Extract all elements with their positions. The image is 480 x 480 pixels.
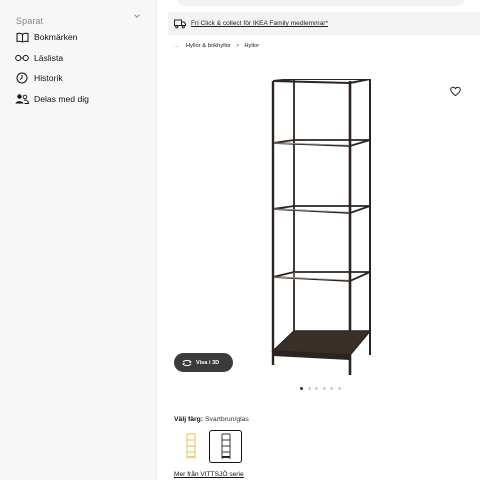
product-image[interactable] xyxy=(174,79,474,379)
search-bar[interactable] xyxy=(176,0,466,6)
promo-text: Fri Click & collect för IKEA Family medl… xyxy=(191,20,329,27)
sidebar: Sparat Bokmärken Läslista Historik Delas… xyxy=(0,0,157,480)
carousel-dot[interactable] xyxy=(307,387,311,390)
sidebar-item-label: Delas med dig xyxy=(34,94,89,104)
promo-banner[interactable]: Fri Click & collect för IKEA Family medl… xyxy=(168,12,480,35)
color-swatch-yellow[interactable] xyxy=(174,430,207,463)
color-swatch-black-brown[interactable] xyxy=(209,430,242,463)
color-selector-label: Välj färg: Svartbrun/glas xyxy=(174,416,249,423)
sidebar-header-label: Sparat xyxy=(16,16,44,26)
color-label: Välj färg: xyxy=(174,416,204,423)
main-content: Fri Click & collect för IKEA Family medl… xyxy=(158,0,480,480)
view-in-3d-label: Visa i 3D xyxy=(196,359,220,366)
shared-people-icon xyxy=(15,92,29,106)
series-link[interactable]: Mer från VITTSJÖ serie xyxy=(174,471,244,478)
carousel-indicator xyxy=(300,387,345,390)
truck-icon xyxy=(174,19,186,29)
carousel-dot[interactable] xyxy=(300,387,303,390)
carousel-dot[interactable] xyxy=(315,387,318,390)
sidebar-item-label: Läslista xyxy=(34,53,64,63)
glasses-icon xyxy=(15,51,29,65)
sidebar-item-history[interactable]: Historik xyxy=(15,70,150,86)
chevron-down-icon xyxy=(134,14,140,18)
carousel-dot[interactable] xyxy=(330,387,333,390)
book-icon xyxy=(15,30,29,44)
sidebar-item-shared[interactable]: Delas med dig xyxy=(15,91,150,107)
carousel-dot[interactable] xyxy=(322,387,326,390)
sidebar-item-label: Historik xyxy=(34,73,63,83)
heart-icon[interactable] xyxy=(450,86,461,97)
clock-icon xyxy=(15,71,29,85)
breadcrumb-item[interactable]: Hyllor & bokhyllor xyxy=(186,43,231,49)
sidebar-item-reading-list[interactable]: Läslista xyxy=(15,50,150,66)
color-value: Svartbrun/glas xyxy=(204,416,249,423)
view-in-3d-button[interactable]: Visa i 3D xyxy=(174,353,233,372)
carousel-dot[interactable] xyxy=(337,387,341,390)
sidebar-header-saved[interactable]: Sparat xyxy=(16,11,141,26)
breadcrumb-separator: > xyxy=(235,43,240,49)
breadcrumb: ... Hyllor & bokhyllor > Hyllor xyxy=(174,42,259,50)
sidebar-item-bookmarks[interactable]: Bokmärken xyxy=(15,29,150,45)
sidebar-item-label: Bokmärken xyxy=(34,32,78,42)
rotate-3d-icon xyxy=(182,359,192,366)
breadcrumb-ellipsis[interactable]: ... xyxy=(174,43,179,49)
breadcrumb-item[interactable]: Hyllor xyxy=(244,43,259,49)
